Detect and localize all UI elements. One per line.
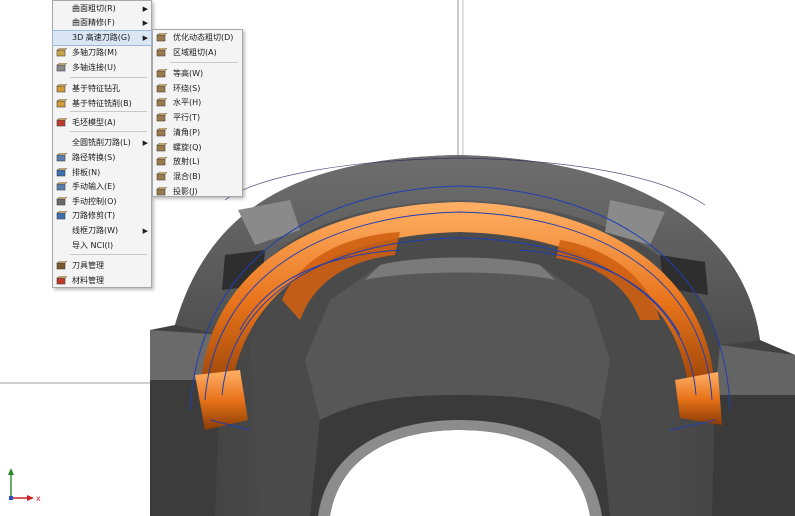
menu-item-label: 曲面精修(F) — [72, 18, 115, 27]
menu-item-8[interactable]: 毛坯模型(A) — [53, 116, 151, 130]
menu-item-label: 基于特征铣削(B) — [72, 99, 132, 108]
machined-part[interactable] — [150, 155, 795, 516]
menu-item-14[interactable]: 刀路修剪(T) — [53, 209, 151, 223]
submenu-item-label: 环绕(S) — [173, 84, 201, 93]
radial-icon — [156, 156, 168, 167]
nesting-icon — [56, 167, 68, 178]
submenu-item-label: 等高(W) — [173, 69, 204, 78]
submenu-item-9[interactable]: 放射(L) — [153, 155, 242, 169]
menu-item-5[interactable]: 多轴连接(U) — [53, 61, 151, 75]
submenu-item-8[interactable]: 螺旋(Q) — [153, 141, 242, 155]
menu-item-label: 线框刀路(W) — [72, 226, 119, 235]
menu-item-label: 多轴连接(U) — [72, 63, 117, 72]
material-manager-icon — [56, 275, 68, 286]
submenu-item-label: 清角(P) — [173, 128, 201, 137]
submenu-item-label: 放射(L) — [173, 157, 200, 166]
submenu-item-label: 水平(H) — [173, 98, 202, 107]
hybrid-icon — [156, 171, 168, 182]
menu-separator — [70, 111, 147, 112]
menu-item-16[interactable]: 导入 NCI(I) — [53, 239, 151, 253]
menu-item-7[interactable]: 基于特征铣削(B) — [53, 97, 151, 111]
x-axis-label: x — [36, 494, 41, 503]
menu-item-label: 路径转换(S) — [72, 153, 116, 162]
submenu-item-label: 螺旋(Q) — [173, 143, 202, 152]
menu-item-label: 手动控制(O) — [72, 197, 117, 206]
menu-item-18[interactable]: 材料管理 — [53, 274, 151, 288]
submenu-arrow-icon: ▶ — [142, 5, 148, 13]
menu-item-label: 多轴刀路(M) — [72, 48, 118, 57]
manual-entry-icon — [56, 181, 68, 192]
pencil-icon — [156, 127, 168, 138]
area-roughing-icon — [156, 47, 168, 58]
multiaxis-toolpath-icon — [56, 47, 68, 58]
dynamic-roughing-icon — [156, 32, 168, 43]
submenu-item-1[interactable]: 优化动态粗切(D) — [153, 31, 242, 45]
menu-item-15[interactable]: 线框刀路(W) ▶ — [53, 224, 151, 238]
menu-item-label: 全圆铣削刀路(L) — [72, 138, 131, 147]
submenu-item-7[interactable]: 清角(P) — [153, 126, 242, 140]
menu-item-13[interactable]: 手动控制(O) — [53, 195, 151, 209]
submenu-item-label: 平行(T) — [173, 113, 201, 122]
menu-item-10[interactable]: 路径转换(S) — [53, 151, 151, 165]
waterline-icon — [156, 68, 168, 79]
horizontal-icon — [156, 97, 168, 108]
submenu-arrow-icon: ▶ — [142, 19, 148, 27]
feature-drill-icon — [56, 83, 68, 94]
menu-item-label: 导入 NCI(I) — [72, 241, 114, 250]
menu-separator — [70, 131, 147, 132]
axis-triad: x — [8, 468, 41, 503]
menu-separator — [170, 62, 238, 63]
raster-icon — [156, 112, 168, 123]
project-icon — [156, 186, 168, 197]
menu-item-2[interactable]: 曲面精修(F) ▶ — [53, 16, 151, 30]
menu-item-label: 曲面粗切(R) — [72, 4, 116, 13]
menu-item-11[interactable]: 排板(N) — [53, 166, 151, 180]
stock-model-icon — [56, 117, 68, 128]
menu-item-label: 基于特征钻孔 — [72, 84, 120, 93]
menu-item-1[interactable]: 曲面粗切(R) ▶ — [53, 2, 151, 16]
menu-item-label: 刀具管理 — [72, 261, 104, 270]
spiral-icon — [156, 142, 168, 153]
menu-item-12[interactable]: 手动输入(E) — [53, 180, 151, 194]
menu-item-label: 材料管理 — [72, 276, 104, 285]
menu-item-9[interactable]: 全圆铣削刀路(L) ▶ — [53, 136, 151, 150]
submenu-item-label: 区域粗切(A) — [173, 48, 217, 57]
path-transform-icon — [56, 152, 68, 163]
feature-mill-icon — [56, 98, 68, 109]
menu-item-4[interactable]: 多轴刀路(M) — [53, 46, 151, 60]
submenu-item-6[interactable]: 平行(T) — [153, 111, 242, 125]
tool-manager-icon — [56, 260, 68, 271]
menu-item-17[interactable]: 刀具管理 — [53, 259, 151, 273]
toolpaths-menu: 曲面粗切(R) ▶ 曲面精修(F) ▶ 3D 高速刀路(G) ▶ 多轴刀路(M) 多轴连接(U… — [52, 0, 152, 288]
menu-item-3[interactable]: 3D 高速刀路(G) ▶ — [52, 30, 152, 46]
toolpath-trim-icon — [56, 210, 68, 221]
submenu-item-5[interactable]: 水平(H) — [153, 96, 242, 110]
menu-item-6[interactable]: 基于特征钻孔 — [53, 82, 151, 96]
3d-hst-submenu: 优化动态粗切(D) 区域粗切(A) 等高(W) 环绕(S) 水平(H) 平行(T) 清角(P… — [152, 29, 243, 197]
menu-item-label: 排板(N) — [72, 168, 101, 177]
submenu-item-11[interactable]: 投影(J) — [153, 185, 242, 199]
menu-item-label: 手动输入(E) — [72, 182, 116, 191]
submenu-item-4[interactable]: 环绕(S) — [153, 82, 242, 96]
submenu-item-3[interactable]: 等高(W) — [153, 67, 242, 81]
menu-separator — [70, 77, 147, 78]
submenu-item-label: 混合(B) — [173, 172, 201, 181]
submenu-item-10[interactable]: 混合(B) — [153, 170, 242, 184]
menu-item-label: 毛坯模型(A) — [72, 118, 116, 127]
scallop-icon — [156, 83, 168, 94]
submenu-item-label: 投影(J) — [173, 187, 198, 196]
manual-control-icon — [56, 196, 68, 207]
submenu-arrow-icon: ▶ — [142, 139, 148, 147]
multiaxis-link-icon — [56, 62, 68, 73]
menu-item-label: 刀路修剪(T) — [72, 211, 116, 220]
submenu-arrow-icon: ▶ — [142, 34, 148, 42]
submenu-item-label: 优化动态粗切(D) — [173, 33, 234, 42]
menu-separator — [70, 254, 147, 255]
submenu-item-2[interactable]: 区域粗切(A) — [153, 46, 242, 60]
submenu-arrow-icon: ▶ — [142, 227, 148, 235]
menu-item-label: 3D 高速刀路(G) — [72, 33, 131, 42]
